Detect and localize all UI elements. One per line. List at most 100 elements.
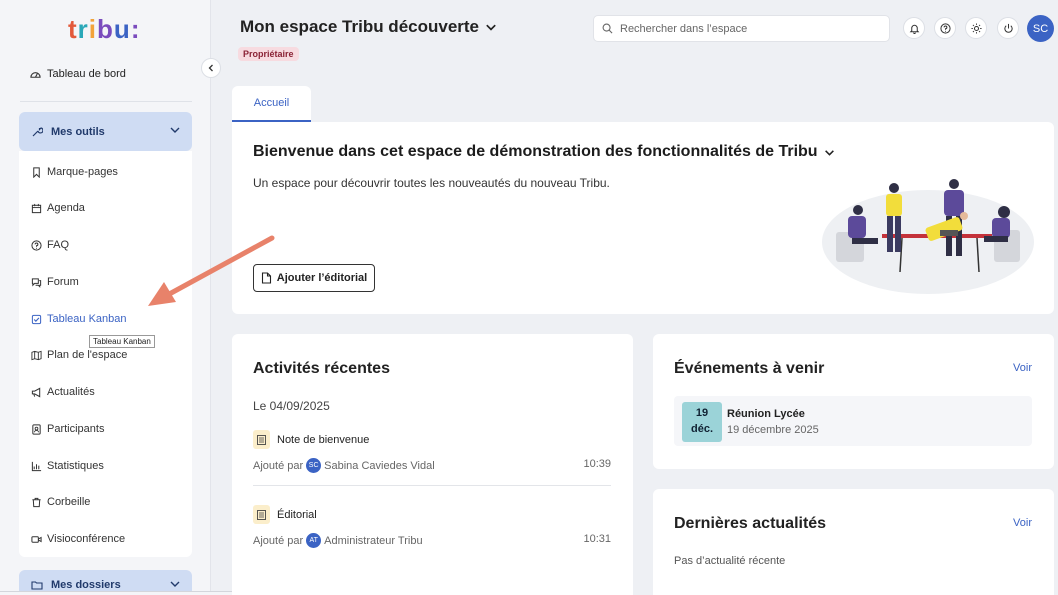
sidebar-item-label: Participants [47, 423, 105, 435]
sidebar-item-news[interactable]: Actualités [31, 384, 95, 400]
sidebar: tribu: Tableau de bord Mes outils Marque… [0, 0, 211, 595]
sidebar-item-label: Visioconférence [47, 533, 126, 545]
sidebar-item-forum[interactable]: Forum [31, 274, 79, 290]
latest-news-card: Dernières actualités Voir Pas d’actualit… [653, 489, 1054, 595]
tab-home[interactable]: Accueil [232, 86, 311, 122]
help-circle-icon [31, 239, 42, 251]
chevron-down-icon [170, 579, 180, 592]
welcome-title: Bienvenue dans cet espace de démonstrati… [253, 143, 818, 160]
added-by-label: Ajouté par [253, 534, 304, 547]
power-icon [1003, 23, 1013, 33]
sun-icon [970, 22, 982, 34]
note-icon [253, 505, 270, 524]
help-button[interactable] [934, 17, 956, 39]
sidebar-item-faq[interactable]: FAQ [31, 237, 69, 253]
sidebar-item-label: Tableau Kanban [47, 313, 127, 325]
divider [253, 485, 611, 486]
activity-author: Sabina Caviedes Vidal [324, 459, 435, 472]
tools-section-toggle[interactable]: Mes outils [19, 112, 192, 151]
notifications-button[interactable] [903, 17, 925, 39]
search-input[interactable]: Rechercher dans l’espace [620, 23, 747, 35]
activity-date: Le 04/09/2025 [253, 399, 330, 413]
theme-toggle-button[interactable] [965, 17, 987, 39]
calendar-icon [31, 203, 42, 213]
add-editorial-button[interactable]: Ajouter l’éditorial [253, 264, 375, 292]
sidebar-item-trash[interactable]: Corbeille [31, 494, 90, 510]
megaphone-icon [31, 387, 41, 397]
tools-list: Marque-pages Agenda FAQ Forum Tableau Ka… [19, 151, 192, 557]
tribu-logo[interactable]: tribu: [68, 14, 140, 45]
tooltip: Tableau Kanban [89, 335, 155, 348]
event-day: 19 [695, 407, 709, 419]
welcome-description: Un espace pour découvrir toutes les nouv… [253, 176, 610, 190]
sidebar-item-label: Statistiques [47, 460, 104, 472]
contacts-icon [32, 423, 41, 435]
sidebar-item-participants[interactable]: Participants [31, 421, 104, 437]
divider [20, 101, 192, 102]
event-date-badge: 19 déc. [682, 402, 722, 442]
event-item[interactable]: 19 déc. Réunion Lycée 19 décembre 2025 [674, 396, 1032, 446]
empty-news-text: Pas d’actualité récente [674, 555, 786, 567]
chevron-down-icon [824, 149, 834, 156]
bell-icon [909, 24, 919, 34]
chevron-down-icon [170, 125, 180, 138]
event-date: 19 décembre 2025 [727, 424, 819, 436]
wrench-icon [32, 126, 43, 136]
folders-section-label: Mes dossiers [51, 579, 121, 591]
see-all-news-link[interactable]: Voir [1013, 517, 1032, 529]
logout-button[interactable] [997, 17, 1019, 39]
section-title: Dernières actualités [674, 515, 827, 532]
document-icon [261, 272, 271, 284]
event-name: Réunion Lycée [727, 408, 805, 420]
map-icon [31, 350, 42, 360]
page-title: Mon espace Tribu découverte [240, 17, 480, 36]
add-editorial-label: Ajouter l’éditorial [276, 272, 368, 284]
space-selector[interactable]: Mon espace Tribu découverte [240, 17, 497, 37]
sidebar-item-label: Corbeille [47, 496, 91, 508]
activity-title: Éditorial [277, 508, 317, 521]
sidebar-item-agenda[interactable]: Agenda [31, 200, 85, 216]
sidebar-item-dashboard[interactable]: Tableau de bord [30, 68, 126, 80]
role-badge: Propriétaire [238, 47, 299, 61]
search-field[interactable]: Rechercher dans l’espace [593, 15, 890, 42]
sidebar-item-kanban[interactable]: Tableau Kanban [31, 311, 127, 327]
collapse-sidebar-button[interactable] [201, 58, 221, 78]
sidebar-item-bookmarks[interactable]: Marque-pages [31, 164, 118, 180]
chevron-left-icon [208, 64, 213, 72]
search-icon [602, 23, 613, 34]
recent-activities-card: Activités récentes Le 04/09/2025 Note de… [232, 334, 633, 595]
tools-section-label: Mes outils [51, 125, 105, 138]
section-title: Événements à venir [674, 360, 825, 377]
upcoming-events-card: Événements à venir Voir 19 déc. Réunion … [653, 334, 1054, 469]
video-icon [31, 535, 42, 543]
welcome-title-toggle[interactable]: Bienvenue dans cet espace de démonstrati… [253, 143, 835, 161]
activity-title: Note de bienvenue [277, 433, 370, 446]
note-icon [253, 430, 270, 449]
user-avatar[interactable]: SC [1027, 15, 1054, 42]
sidebar-item-label: Agenda [47, 202, 85, 214]
avatar: SC [306, 458, 322, 473]
gauge-icon [30, 71, 41, 78]
sidebar-item-video[interactable]: Visioconférence [31, 531, 125, 547]
sidebar-item-label: Actualités [47, 386, 95, 398]
section-title: Activités récentes [253, 360, 390, 377]
team-meeting-illustration [822, 179, 1034, 294]
forum-icon [31, 277, 42, 288]
activity-time: 10:39 [583, 458, 611, 470]
added-by-label: Ajouté par [253, 459, 304, 472]
activity-author: Administrateur Tribu [324, 534, 423, 547]
activity-time: 10:31 [583, 533, 611, 545]
sidebar-item-statistics[interactable]: Statistiques [31, 458, 104, 474]
kanban-check-icon [31, 314, 42, 324]
sidebar-item-label: Plan de l'espace [47, 349, 128, 361]
folder-icon [31, 581, 43, 590]
sidebar-item-label: FAQ [47, 239, 70, 251]
welcome-card: Bienvenue dans cet espace de démonstrati… [232, 122, 1054, 314]
trash-icon [32, 497, 41, 507]
avatar: AT [306, 533, 322, 548]
sidebar-item-space-map[interactable]: Plan de l'espace [31, 347, 127, 363]
sidebar-item-label: Forum [47, 276, 79, 288]
sidebar-item-label: Marque-pages [47, 166, 118, 178]
see-all-events-link[interactable]: Voir [1013, 362, 1032, 374]
help-circle-icon [939, 22, 951, 34]
